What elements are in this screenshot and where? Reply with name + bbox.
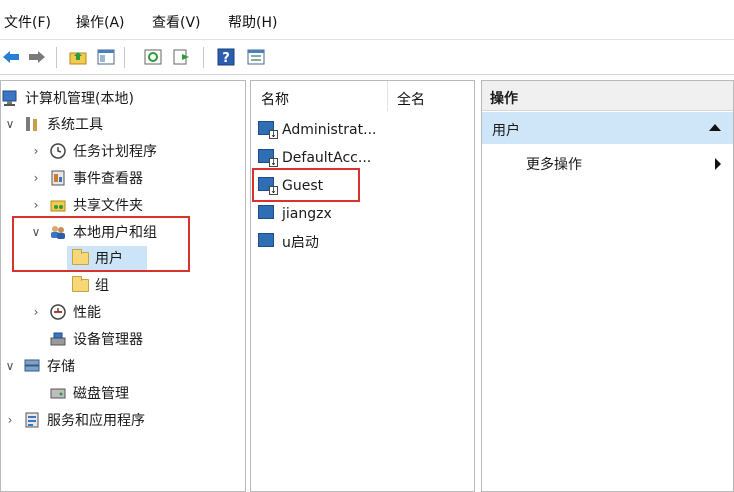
tree-label: 性能 — [73, 305, 101, 321]
clock-icon — [49, 142, 67, 160]
back-arrow-icon[interactable] — [1, 47, 21, 67]
tree-item-groups[interactable]: 组 — [71, 273, 109, 297]
disk-icon — [49, 384, 67, 402]
user-name: u启动 — [282, 235, 319, 251]
tree-item-computer-management[interactable]: 计算机管理(本地) — [1, 86, 134, 110]
menu-action[interactable]: 操作(A) — [76, 12, 125, 32]
toolbar: ? — [0, 40, 734, 75]
tree-label: 服务和应用程序 — [47, 413, 145, 429]
user-name: Administrat... — [282, 122, 377, 138]
tree-label: 组 — [95, 278, 109, 294]
chevron-right-icon[interactable]: › — [29, 305, 43, 319]
actions-group-label: 用户 — [492, 123, 520, 139]
list-item-user[interactable]: u启动 — [258, 230, 319, 254]
folder-icon — [71, 275, 89, 294]
tree-label: 设备管理器 — [73, 332, 143, 348]
tree-label: 磁盘管理 — [73, 386, 129, 402]
event-viewer-icon — [49, 169, 67, 187]
list-item-user[interactable]: jiangzx — [258, 202, 332, 226]
computer-management-icon — [1, 89, 19, 107]
list-item-user[interactable]: ↓ Administrat... — [258, 118, 376, 142]
tree-label: 系统工具 — [47, 117, 103, 133]
user-name: jiangzx — [282, 206, 332, 222]
forward-arrow-icon[interactable] — [27, 47, 47, 67]
actions-pane: 操作 用户 更多操作 — [481, 80, 734, 492]
device-manager-icon — [49, 330, 67, 348]
tree-label: 共享文件夹 — [73, 198, 143, 214]
submenu-arrow-icon[interactable] — [715, 158, 721, 170]
show-hide-tree-icon[interactable] — [96, 47, 116, 67]
menu-file[interactable]: 文件(F) — [4, 12, 51, 32]
help-icon[interactable]: ? — [216, 47, 236, 67]
tree-item-device-manager[interactable]: 设备管理器 — [49, 327, 143, 351]
actions-group-users[interactable]: 用户 — [482, 112, 733, 144]
collapse-triangle-icon[interactable] — [709, 124, 721, 131]
up-folder-icon[interactable] — [68, 47, 88, 67]
user-account-icon — [258, 233, 278, 251]
column-header-fullname[interactable]: 全名 — [397, 89, 425, 109]
chevron-right-icon[interactable]: › — [29, 171, 43, 185]
chevron-right-icon[interactable]: › — [29, 198, 43, 212]
user-name: DefaultAcc... — [282, 150, 372, 166]
actions-header: 操作 — [482, 81, 733, 111]
shared-folder-icon — [49, 196, 67, 214]
tree-item-disk-management[interactable]: 磁盘管理 — [49, 381, 129, 405]
storage-icon — [23, 357, 41, 375]
properties-icon[interactable] — [246, 47, 266, 67]
svg-text:?: ? — [222, 51, 230, 66]
tree-item-system-tools[interactable]: ∨ 系统工具 — [3, 112, 103, 136]
tree-item-storage[interactable]: ∨ 存储 — [3, 354, 75, 378]
tree-item-shared-folders[interactable]: › 共享文件夹 — [29, 193, 143, 217]
user-account-icon: ↓ — [258, 149, 278, 167]
export-list-icon[interactable] — [172, 47, 192, 67]
tree-item-performance[interactable]: › 性能 — [29, 300, 101, 324]
tree-label: 计算机管理(本地) — [25, 91, 134, 107]
more-actions-item[interactable]: 更多操作 — [526, 154, 582, 174]
tree-label: 任务计划程序 — [73, 144, 157, 160]
tree-label: 存储 — [47, 359, 75, 375]
console-tree: 计算机管理(本地) ∨ 系统工具 › 任务计划程序 › 事件查看器 › 共享文件… — [0, 80, 246, 492]
user-account-icon: ↓ — [258, 121, 278, 139]
user-account-icon — [258, 205, 278, 223]
chevron-down-icon[interactable]: ∨ — [3, 359, 17, 373]
tree-item-event-viewer[interactable]: › 事件查看器 — [29, 166, 143, 190]
tree-item-services-apps[interactable]: › 服务和应用程序 — [3, 408, 145, 432]
menu-view[interactable]: 查看(V) — [152, 12, 201, 32]
column-header-name[interactable]: 名称 — [261, 89, 289, 109]
highlight-box-guest — [252, 168, 360, 202]
menu-help[interactable]: 帮助(H) — [228, 12, 277, 32]
menu-bar: 文件(F) 操作(A) 查看(V) 帮助(H) — [0, 0, 734, 40]
list-item-user[interactable]: ↓ DefaultAcc... — [258, 146, 371, 170]
tree-label: 事件查看器 — [73, 171, 143, 187]
services-icon — [23, 411, 41, 429]
user-list-pane: 名称 全名 ↓ Administrat... ↓ DefaultAcc... ↓… — [250, 80, 475, 492]
chevron-down-icon[interactable]: ∨ — [3, 117, 17, 131]
tools-icon — [23, 115, 41, 133]
highlight-box-users-groups — [12, 216, 190, 272]
refresh-icon[interactable] — [143, 47, 163, 67]
chevron-right-icon[interactable]: › — [29, 144, 43, 158]
tree-item-task-scheduler[interactable]: › 任务计划程序 — [29, 139, 157, 163]
performance-icon — [49, 303, 67, 321]
chevron-right-icon[interactable]: › — [3, 413, 17, 427]
